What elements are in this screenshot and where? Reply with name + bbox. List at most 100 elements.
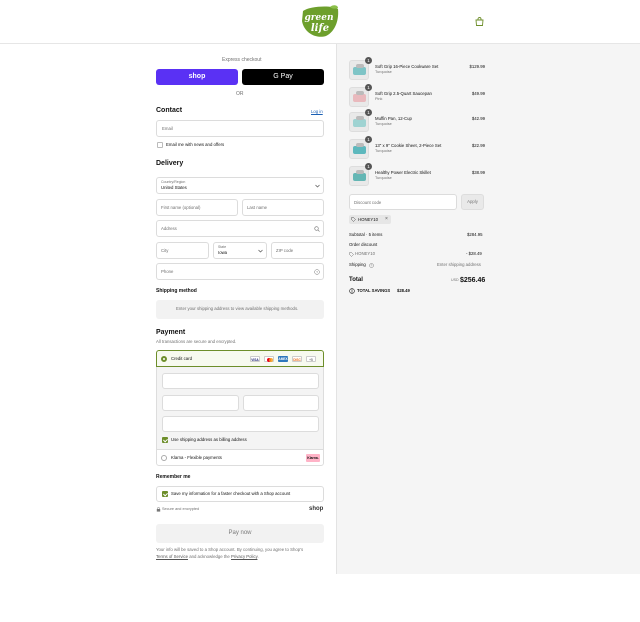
currency-label: USD (451, 278, 459, 282)
quantity-badge: 1 (365, 136, 372, 143)
name-on-card-field[interactable] (162, 416, 319, 432)
help-icon[interactable]: ? (314, 269, 320, 275)
zip-placeholder: ZIP code (276, 248, 294, 253)
cart-item: 1 Soft Grip 16-Piece Cookware Set Turquois… (349, 57, 485, 82)
shop-logo: shop (309, 506, 324, 512)
order-discount-value: - $28.49 (466, 251, 482, 256)
news-checkbox[interactable] (157, 142, 163, 148)
mastercard-icon (264, 356, 274, 362)
terms-link[interactable]: Terms of Service (156, 554, 188, 559)
country-select[interactable]: Country/Region United States (156, 177, 324, 194)
expiration-field[interactable] (162, 395, 239, 411)
logo-text-2: life (311, 23, 329, 34)
order-discount-code: HONEY10 (355, 251, 376, 256)
pay-now-label: Pay now (228, 530, 252, 536)
last-name-placeholder: Last name (247, 205, 268, 210)
cart-item: 1 13" x 9" Cookie Sheet, 2-Piece Set Turqu… (349, 136, 485, 161)
legal-end: . (257, 554, 259, 559)
apply-button[interactable]: Apply (461, 194, 484, 210)
green-life-logo[interactable]: green life (300, 5, 340, 39)
news-label: Email me with news and offers (166, 142, 225, 147)
product-name: Muffin Pan, 12-Cup (375, 116, 412, 121)
tag-icon (349, 252, 354, 257)
address-field[interactable]: Address (156, 220, 324, 237)
address-placeholder: Address (161, 226, 177, 231)
express-checkout-label: Express checkout (222, 57, 262, 63)
shipping-method-message-box: Enter your shipping address to view avai… (156, 300, 324, 319)
klarna-badge: Klarna. (306, 454, 320, 462)
savings-tag-icon (349, 288, 355, 294)
visa-icon: VISA (250, 356, 260, 362)
security-code-field[interactable] (243, 395, 319, 411)
discount-tag: HONEY10 × (349, 215, 391, 224)
google-pay-button[interactable]: G Pay (242, 69, 324, 85)
cart-item: 1 Soft Grip 2.5-Quart Saucepan Pink $49.99 (349, 84, 485, 109)
savings-value: $28.49 (397, 288, 410, 293)
credit-card-radio[interactable] (161, 356, 167, 362)
chevron-down-icon (315, 184, 320, 188)
city-field[interactable]: City (156, 242, 209, 259)
remember-checkbox[interactable] (162, 491, 168, 497)
remember-option[interactable]: Save my information for a faster checkou… (156, 486, 324, 502)
shopping-bag-icon[interactable] (475, 17, 484, 26)
billing-address-checkbox[interactable] (162, 437, 168, 443)
login-link[interactable]: Log in (311, 109, 323, 114)
product-name: Soft Grip 16-Piece Cookware Set (375, 64, 439, 69)
discover-icon: DISC (292, 356, 302, 362)
country-value: United States (161, 185, 187, 190)
svg-text:?: ? (371, 264, 373, 268)
zip-field[interactable]: ZIP code (271, 242, 324, 259)
product-price: $38.99 (471, 170, 485, 175)
shipping-method-title: Shipping method (156, 288, 197, 294)
product-price: $49.99 (471, 91, 485, 96)
order-discount-label: Order discount (349, 242, 378, 247)
total-label: Total (349, 277, 363, 283)
quantity-badge: 1 (365, 163, 372, 170)
phone-field[interactable]: Phone ? (156, 263, 324, 280)
klarna-option[interactable]: Klarna - Flexible payments Klarna. (156, 449, 324, 466)
product-variant: Pink (375, 97, 383, 101)
city-placeholder: City (161, 248, 169, 253)
product-variant: Turquoise (375, 149, 392, 153)
product-variant: Turquoise (375, 176, 392, 180)
shop-pay-button[interactable]: shop (156, 69, 238, 85)
email-placeholder: Email (162, 126, 173, 131)
tag-icon (351, 217, 356, 222)
payment-title: Payment (156, 329, 186, 336)
shipping-value: Enter shipping address (437, 262, 481, 267)
cart-item: 1 Healthy Power Electric Skillet Turquoise… (349, 163, 485, 188)
savings-label: TOTAL SAVINGS (357, 288, 391, 293)
first-name-field[interactable]: First name (optional) (156, 199, 238, 216)
discount-field[interactable]: Discount code (349, 194, 457, 210)
delivery-title: Delivery (156, 160, 184, 167)
total-value: $256.46 (460, 277, 486, 284)
remember-title: Remember me (156, 474, 191, 480)
shop-pay-label: shop (188, 73, 206, 80)
lock-icon (156, 507, 161, 512)
product-variant: Turquoise (375, 122, 392, 126)
card-number-field[interactable] (162, 373, 319, 389)
help-icon[interactable]: ? (369, 263, 374, 268)
email-field[interactable]: Email (156, 120, 324, 137)
product-price: $129.99 (469, 64, 485, 69)
privacy-link[interactable]: Privacy Policy (231, 554, 257, 559)
legal-line-1: Your info will be saved to a Shop accoun… (156, 547, 304, 552)
logo-text-1: green (304, 13, 333, 23)
last-name-field[interactable]: Last name (242, 199, 324, 216)
billing-address-label: Use shipping address as billing address (171, 437, 247, 442)
apply-label: Apply (467, 199, 478, 204)
product-price: $42.99 (471, 116, 485, 121)
product-price: $22.99 (471, 143, 485, 148)
phone-placeholder: Phone (161, 269, 174, 274)
quantity-badge: 1 (365, 109, 372, 116)
remove-discount-icon[interactable]: × (385, 216, 388, 222)
state-select[interactable]: State Iowa (213, 242, 267, 259)
credit-card-option[interactable]: Credit card VISA AMEX DISC +5 (156, 350, 324, 367)
klarna-radio[interactable] (161, 455, 167, 461)
pay-now-button[interactable]: Pay now (156, 524, 324, 543)
subtotal-label: Subtotal · 5 items (349, 232, 383, 237)
google-pay-label: G Pay (273, 73, 293, 80)
country-label: Country/Region (161, 180, 186, 184)
subtotal-value: $284.95 (467, 232, 483, 237)
card-details-panel: Use shipping address as billing address (156, 367, 324, 449)
